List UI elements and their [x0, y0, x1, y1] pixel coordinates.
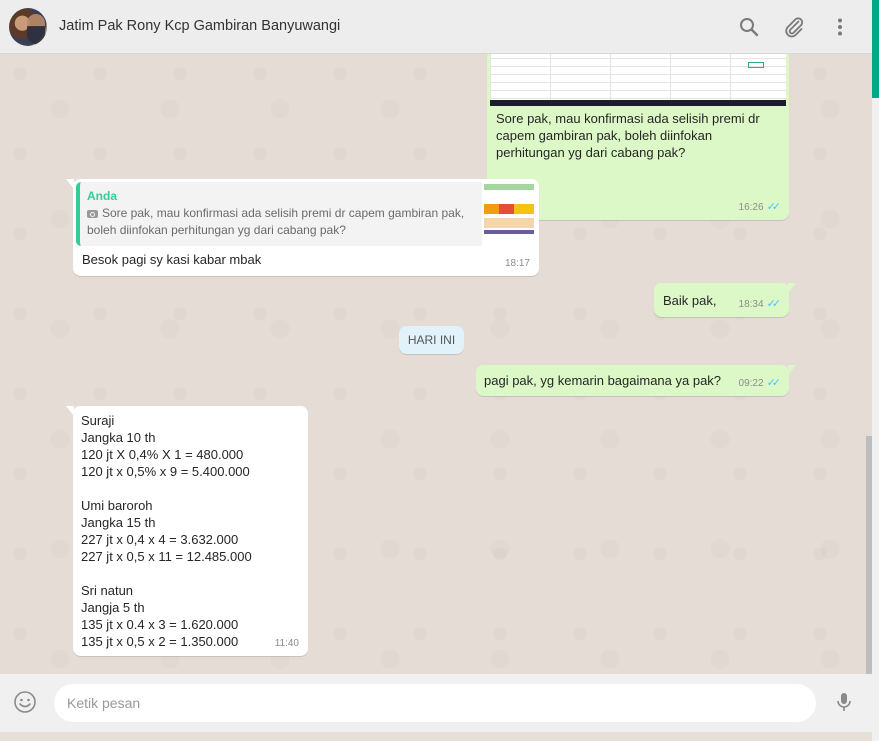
message-line: Suraji — [81, 413, 115, 428]
message-time: 11:40 — [274, 638, 299, 649]
message-text: Suraji Jangka 10 th 120 jt X 0,4% X 1 = … — [81, 412, 291, 650]
message-line: Jangka 10 th — [81, 430, 156, 445]
menu-icon[interactable] — [828, 15, 852, 39]
mic-icon[interactable] — [832, 690, 856, 714]
chat-title[interactable]: Jatim Pak Rony Kcp Gambiran Banyuwangi — [59, 18, 340, 34]
read-receipt-icon: ✓✓ — [766, 377, 782, 389]
chat-window: Jatim Pak Rony Kcp Gambiran Banyuwangi S… — [0, 0, 872, 741]
spreadsheet-screenshot-image[interactable] — [490, 54, 786, 106]
composer-bar: Ketik pesan — [0, 674, 872, 732]
read-receipt-icon: ✓✓ — [766, 201, 782, 213]
message-input[interactable]: Ketik pesan — [54, 684, 816, 722]
read-receipt-icon: ✓✓ — [766, 298, 782, 310]
incoming-reply-message[interactable]: Anda Sore pak, mau konfirmasi ada selisi… — [66, 179, 539, 276]
message-meta: 16:26 ✓✓ — [738, 199, 782, 216]
quoted-message[interactable]: Anda Sore pak, mau konfirmasi ada selisi… — [76, 182, 536, 246]
quoted-author: Anda — [87, 189, 117, 203]
message-line: Jangka 15 th — [81, 515, 156, 530]
incoming-message[interactable]: Suraji Jangka 10 th 120 jt X 0,4% X 1 = … — [66, 406, 308, 656]
attach-icon[interactable] — [782, 15, 806, 39]
message-time: 16:26 — [738, 202, 764, 213]
message-line: 135 jt x 0.4 x 3 = 1.620.000 — [81, 617, 239, 632]
quoted-text-content: Sore pak, mau konfirmasi ada selisih pre… — [87, 206, 465, 237]
message-line: 227 jt x 0,4 x 4 = 3.632.000 — [81, 532, 239, 547]
chat-header: Jatim Pak Rony Kcp Gambiran Banyuwangi — [0, 0, 872, 54]
window-edge — [872, 0, 879, 741]
message-line: 135 jt x 0,5 x 2 = 1.350.000 — [81, 634, 239, 649]
message-text: Baik pak, — [663, 293, 717, 308]
footer-gap — [0, 732, 872, 741]
search-icon[interactable] — [737, 15, 761, 39]
avatar[interactable] — [9, 8, 47, 46]
message-time: 09:22 — [738, 378, 764, 389]
message-meta: 11:40 — [275, 635, 299, 652]
message-meta: 09:22 ✓✓ — [738, 375, 782, 392]
message-line: Jangja 5 th — [81, 600, 145, 615]
emoji-icon[interactable] — [13, 690, 37, 714]
camera-icon — [87, 210, 98, 218]
quoted-image-thumbnail — [482, 182, 536, 246]
message-text: pagi pak, yg kemarin bagaimana ya pak? — [484, 373, 722, 388]
message-text: Besok pagi sy kasi kabar mbak — [82, 252, 262, 267]
message-line: 120 jt x 0,5% x 9 = 5.400.000 — [81, 464, 250, 479]
message-time: 18:34 — [738, 299, 764, 310]
message-line — [81, 565, 291, 582]
outgoing-message[interactable]: Baik pak, 18:34 ✓✓ — [654, 283, 796, 317]
message-meta: 18:34 ✓✓ — [738, 296, 782, 313]
message-line — [81, 480, 291, 497]
message-time: 18:17 — [504, 258, 530, 269]
outgoing-message[interactable]: pagi pak, yg kemarin bagaimana ya pak? 0… — [476, 365, 796, 396]
message-line: Umi baroroh — [81, 498, 153, 513]
message-line: 227 jt x 0,5 x 11 = 12.485.000 — [81, 549, 252, 564]
message-text: Sore pak, mau konfirmasi ada selisih pre… — [496, 111, 760, 160]
message-line: Sri natun — [81, 583, 134, 598]
message-list[interactable]: Sore pak, mau konfirmasi ada selisih pre… — [0, 54, 872, 674]
message-line: 120 jt X 0,4% X 1 = 480.000 — [81, 447, 244, 462]
message-meta: 18:17 — [505, 255, 530, 272]
quoted-text: Sore pak, mau konfirmasi ada selisih pre… — [87, 205, 472, 239]
date-divider: HARI INI — [399, 326, 464, 354]
